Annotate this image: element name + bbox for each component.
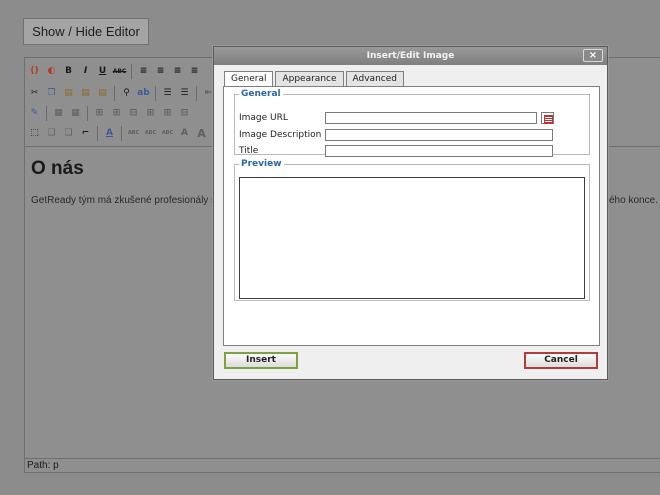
insert-edit-image-dialog: Insert/Edit Image × General Appearance A… xyxy=(213,46,608,380)
content-heading: O nás xyxy=(31,158,84,179)
cut-icon[interactable]: ✂ xyxy=(27,86,42,101)
toolbar-separator xyxy=(87,105,88,121)
align-justify-icon[interactable]: ≡ xyxy=(187,64,202,79)
paste-icon[interactable]: ▤ xyxy=(61,86,76,101)
row-after-icon[interactable]: ⊞ xyxy=(109,106,124,121)
title-input[interactable] xyxy=(325,145,553,157)
content-paragraph-start: GetReady tým má zkušené profesionály s xyxy=(31,195,217,206)
html-code-icon[interactable]: () xyxy=(27,64,42,79)
font-size-up-icon[interactable]: A xyxy=(194,126,209,141)
table-props-icon[interactable]: ▦ xyxy=(68,106,83,121)
image-description-label: Image Description xyxy=(239,130,322,140)
toolbar-row-1: () ◐ B I U ABC ≡ ≡ ≡ ≡ xyxy=(27,62,202,80)
close-icon[interactable]: × xyxy=(583,49,603,62)
delete-row-icon[interactable]: ⊟ xyxy=(126,106,141,121)
toolbar-row-3: ✎ ▦ ▦ ⊞ ⊞ ⊟ ⊞ ⊞ ⊟ xyxy=(27,104,192,122)
edit-icon[interactable]: ✎ xyxy=(27,106,42,121)
toolbar-separator xyxy=(131,63,132,79)
subscript-icon[interactable]: ⌐ xyxy=(78,126,93,141)
insert-button[interactable]: Insert xyxy=(224,352,298,369)
acronym-icon[interactable]: ABC xyxy=(143,126,158,141)
replace-icon[interactable]: ab xyxy=(136,86,151,101)
table-icon[interactable]: ▦ xyxy=(51,106,66,121)
title-label: Title xyxy=(239,146,259,156)
italic-icon[interactable]: I xyxy=(78,64,93,79)
tab-general[interactable]: General xyxy=(224,71,274,87)
layer-icon[interactable]: ❏ xyxy=(44,126,59,141)
styles-icon[interactable]: A xyxy=(102,126,117,141)
col-before-icon[interactable]: ⊞ xyxy=(143,106,158,121)
spellcheck-icon[interactable]: ◐ xyxy=(44,64,59,79)
underline-icon[interactable]: U xyxy=(95,64,110,79)
delete-col-icon[interactable]: ⊟ xyxy=(177,106,192,121)
preview-fieldset: Preview xyxy=(234,159,590,301)
cancel-button[interactable]: Cancel xyxy=(524,352,598,369)
paste-text-icon[interactable]: ▤ xyxy=(78,86,93,101)
toolbar-separator xyxy=(97,125,98,141)
image-url-input[interactable] xyxy=(325,112,537,124)
paste-word-icon[interactable]: ▤ xyxy=(95,86,110,101)
bold-icon[interactable]: B xyxy=(61,64,76,79)
preview-legend: Preview xyxy=(241,159,282,169)
copy-icon[interactable]: ❐ xyxy=(44,86,59,101)
dialog-title: Insert/Edit Image xyxy=(214,47,607,65)
toolbar-separator xyxy=(114,85,115,101)
content-paragraph-tail: ého konce. P xyxy=(609,195,660,206)
browse-icon[interactable] xyxy=(541,112,554,124)
toolbar-row-4: ⬚ ❏ ❏ ⌐ A ABC ABC ABC A A xyxy=(27,124,209,142)
bullet-list-icon[interactable]: ☰ xyxy=(160,86,175,101)
align-right-icon[interactable]: ≡ xyxy=(170,64,185,79)
path-bar: Path: p xyxy=(25,458,660,472)
image-description-input[interactable] xyxy=(325,129,553,141)
show-hide-editor-button[interactable]: Show / Hide Editor xyxy=(23,18,149,45)
tab-appearance[interactable]: Appearance xyxy=(275,71,344,86)
col-after-icon[interactable]: ⊞ xyxy=(160,106,175,121)
toolbar-row-2: ✂ ❐ ▤ ▤ ▤ ⚲ ab ☰ ☰ ⇤ xyxy=(27,84,216,102)
visual-aid-icon[interactable]: ⬚ xyxy=(27,126,42,141)
toolbar-separator xyxy=(196,85,197,101)
general-panel: General Image URL Image Description Titl… xyxy=(223,86,600,346)
numbered-list-icon[interactable]: ☰ xyxy=(177,86,192,101)
font-size-down-icon[interactable]: A xyxy=(177,126,192,141)
find-icon[interactable]: ⚲ xyxy=(119,86,134,101)
image-preview xyxy=(239,177,585,299)
general-fieldset: General Image URL Image Description Titl… xyxy=(234,89,590,157)
dialog-tabs: General Appearance Advanced xyxy=(224,71,404,87)
row-before-icon[interactable]: ⊞ xyxy=(92,106,107,121)
toolbar-separator xyxy=(46,105,47,121)
align-left-icon[interactable]: ≡ xyxy=(136,64,151,79)
general-legend: General xyxy=(241,89,281,99)
abbr-icon[interactable]: ABC xyxy=(126,126,141,141)
toolbar-separator xyxy=(155,85,156,101)
tab-advanced[interactable]: Advanced xyxy=(345,71,404,86)
absolute-icon[interactable]: ❏ xyxy=(61,126,76,141)
del-icon[interactable]: ABC xyxy=(160,126,175,141)
image-url-label: Image URL xyxy=(239,113,288,123)
strikethrough-icon[interactable]: ABC xyxy=(112,64,127,79)
toolbar-separator xyxy=(121,125,122,141)
align-center-icon[interactable]: ≡ xyxy=(153,64,168,79)
